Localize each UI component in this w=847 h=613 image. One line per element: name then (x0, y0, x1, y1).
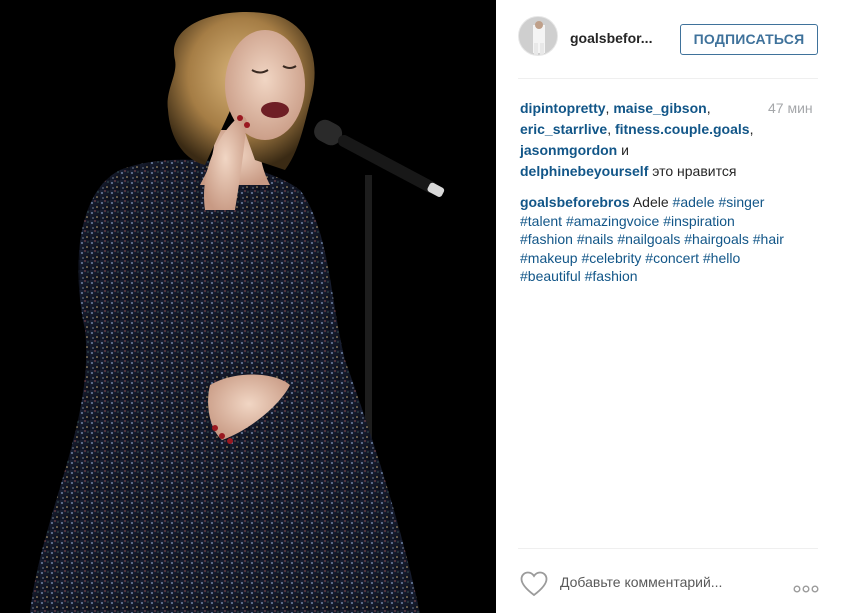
post-time[interactable]: 47 мин (768, 100, 813, 116)
liker-link[interactable]: eric_starrlive (520, 121, 607, 137)
liker-link[interactable]: maise_gibson (613, 100, 706, 116)
caption: goalsbeforebros Adele #adele #singer #tal… (520, 193, 820, 286)
hashtag-link[interactable]: #singer (718, 194, 764, 210)
hashtag-link[interactable]: #beautiful (520, 268, 581, 284)
heart-icon[interactable] (520, 571, 548, 602)
avatar[interactable] (518, 16, 558, 56)
hashtag-link[interactable]: #nailgoals (617, 231, 680, 247)
hashtag-link[interactable]: #celebrity (581, 250, 641, 266)
post-photo[interactable] (0, 0, 496, 613)
likes-sep: , (607, 121, 615, 137)
hashtag-link[interactable]: #adele (673, 194, 715, 210)
likes-and-word: и (617, 142, 629, 158)
likes-suffix: это нравится (648, 163, 737, 179)
comment-input[interactable]: Добавьте комментарий... (560, 574, 722, 590)
hashtag-link[interactable]: #fashion (585, 268, 638, 284)
post-details-panel: goalsbefor... ПОДПИСАТЬСЯ dipintopretty,… (496, 0, 847, 613)
hashtag-link[interactable]: #hairgoals (684, 231, 749, 247)
divider (518, 78, 818, 79)
liker-link[interactable]: delphinebeyourself (520, 163, 648, 179)
hashtag-link[interactable]: #talent (520, 213, 562, 229)
likes-sep: , (749, 121, 754, 137)
hashtag-link[interactable]: #hair (753, 231, 784, 247)
liker-link[interactable]: jasonmgordon (520, 142, 617, 158)
photo-image (0, 0, 496, 613)
divider (518, 548, 818, 549)
likes-sep: , (706, 100, 711, 116)
hashtag-link[interactable]: #hello (703, 250, 740, 266)
hashtag-link[interactable]: #makeup (520, 250, 578, 266)
post-footer: Добавьте комментарий... (518, 567, 819, 602)
caption-author-link[interactable]: goalsbeforebros (520, 194, 630, 210)
liker-link[interactable]: dipintopretty (520, 100, 606, 116)
more-options-icon[interactable] (793, 580, 819, 598)
follow-button[interactable]: ПОДПИСАТЬСЯ (680, 24, 818, 55)
hashtag-link[interactable]: #amazingvoice (566, 213, 659, 229)
caption-text: Adele (629, 194, 673, 210)
hashtag-link[interactable]: #nails (577, 231, 614, 247)
hashtag-link[interactable]: #concert (645, 250, 699, 266)
likes-list: dipintopretty, maise_gibson, eric_starrl… (520, 98, 760, 182)
hashtag-link[interactable]: #inspiration (663, 213, 735, 229)
post-header: goalsbefor... ПОДПИСАТЬСЯ (518, 16, 818, 62)
hashtag-link[interactable]: #fashion (520, 231, 573, 247)
liker-link[interactable]: fitness.couple.goals (615, 121, 750, 137)
username-link[interactable]: goalsbefor... (570, 30, 652, 46)
